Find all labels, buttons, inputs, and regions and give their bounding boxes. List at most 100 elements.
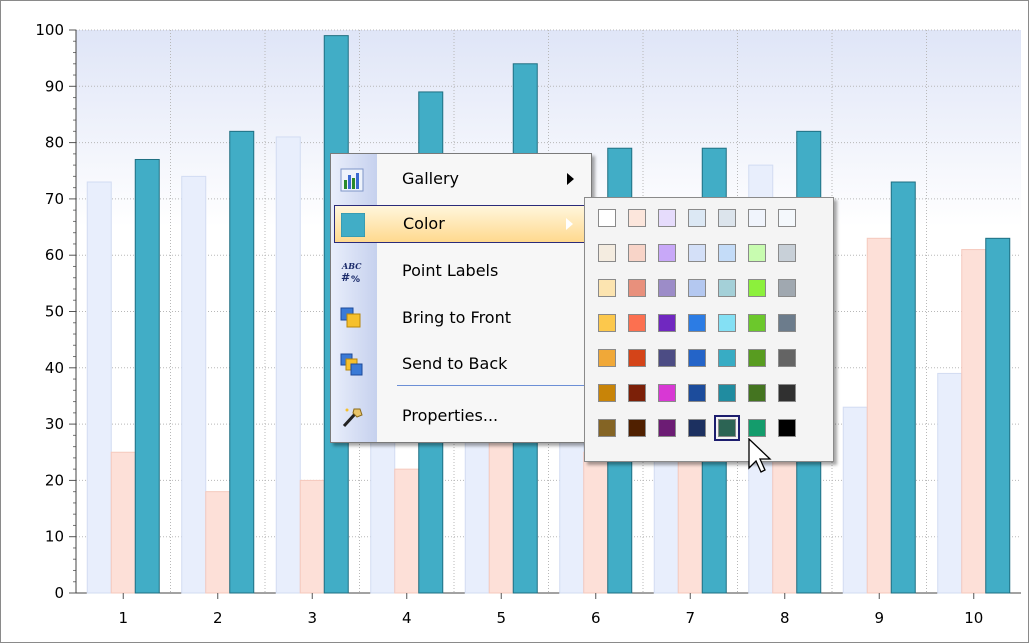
bar-series-1[interactable] [842, 406, 868, 594]
color-swatch[interactable] [658, 244, 676, 262]
color-swatch[interactable] [748, 209, 766, 227]
color-swatch[interactable] [748, 419, 766, 437]
color-swatch[interactable] [778, 384, 796, 402]
color-swatch[interactable] [598, 244, 616, 262]
bar-series-2[interactable] [394, 468, 420, 594]
bar-series-2[interactable] [299, 479, 325, 594]
x-tick-label: 1 [118, 609, 128, 627]
color-swatch[interactable] [778, 279, 796, 297]
bar-series-2[interactable] [205, 491, 231, 594]
menu-item-label: Point Labels [402, 261, 499, 280]
bar-series-2[interactable] [110, 451, 136, 594]
bar-series-2[interactable] [583, 451, 609, 594]
color-swatch[interactable] [628, 384, 646, 402]
x-tick-label: 5 [496, 609, 506, 627]
menu-item-properties[interactable]: Properties... [334, 398, 588, 436]
color-swatch[interactable] [718, 209, 736, 227]
color-swatch[interactable] [748, 349, 766, 367]
menu-item-label: Properties... [402, 406, 499, 425]
bar-series-3[interactable] [229, 130, 255, 594]
bar-series-3[interactable] [890, 181, 916, 594]
bar-series-1[interactable] [937, 372, 963, 594]
bar-series-2[interactable] [866, 237, 892, 594]
send-to-back-icon [340, 353, 363, 376]
menu-item-send-to-back[interactable]: Send to Back [334, 346, 588, 384]
bar-series-2[interactable] [677, 440, 703, 594]
menu-item-point-labels[interactable]: ABC # % Point Labels [334, 253, 588, 291]
color-swatch[interactable] [778, 209, 796, 227]
color-swatch[interactable] [688, 279, 706, 297]
color-swatch[interactable] [778, 349, 796, 367]
x-tick-label: 6 [591, 609, 601, 627]
bar-series-2[interactable] [488, 434, 514, 594]
color-swatch[interactable] [658, 279, 676, 297]
color-swatch[interactable] [778, 244, 796, 262]
color-swatch[interactable] [658, 349, 676, 367]
color-swatch[interactable] [778, 314, 796, 332]
x-tick-label: 2 [213, 609, 223, 627]
color-swatch[interactable] [598, 314, 616, 332]
color-swatch[interactable] [718, 384, 736, 402]
color-swatch[interactable] [628, 314, 646, 332]
y-tick-label: 30 [45, 415, 64, 433]
bar-series-3[interactable] [985, 237, 1011, 594]
svg-text:#: # [341, 271, 350, 284]
submenu-arrow-icon [567, 173, 574, 185]
color-swatch[interactable] [598, 209, 616, 227]
color-swatch[interactable] [688, 314, 706, 332]
color-swatch[interactable] [718, 349, 736, 367]
y-tick-label: 0 [54, 584, 64, 602]
color-icon [341, 213, 365, 237]
color-swatch[interactable] [628, 279, 646, 297]
y-tick-label: 100 [35, 21, 64, 39]
color-swatch[interactable] [628, 419, 646, 437]
menu-item-bring-to-front[interactable]: Bring to Front [334, 300, 588, 338]
color-swatch[interactable] [628, 349, 646, 367]
svg-text:ABC: ABC [341, 261, 362, 271]
color-swatch[interactable] [658, 209, 676, 227]
gallery-icon [340, 168, 364, 192]
menu-item-color[interactable]: Color [334, 205, 588, 243]
color-swatch[interactable] [748, 279, 766, 297]
y-tick-label: 90 [45, 77, 64, 95]
bar-series-1[interactable] [86, 181, 112, 594]
color-swatch[interactable] [598, 279, 616, 297]
color-swatch[interactable] [748, 244, 766, 262]
submenu-arrow-icon [566, 218, 573, 230]
color-swatch[interactable] [748, 384, 766, 402]
color-swatch[interactable] [658, 314, 676, 332]
y-tick-label: 10 [45, 528, 64, 546]
color-swatch[interactable] [628, 244, 646, 262]
color-swatch[interactable] [598, 419, 616, 437]
menu-separator [397, 385, 585, 386]
color-swatch[interactable] [658, 419, 676, 437]
color-swatch[interactable] [718, 314, 736, 332]
color-swatch[interactable] [598, 384, 616, 402]
color-swatch[interactable] [688, 244, 706, 262]
point-labels-icon: ABC # % [341, 261, 362, 284]
x-tick-label: 9 [874, 609, 884, 627]
y-tick-label: 20 [45, 471, 64, 489]
color-swatch[interactable] [714, 415, 740, 441]
y-tick-label: 60 [45, 246, 64, 264]
y-tick-label: 50 [45, 303, 64, 321]
x-tick-label: 7 [685, 609, 695, 627]
color-swatch[interactable] [688, 209, 706, 227]
color-swatch[interactable] [688, 419, 706, 437]
menu-item-gallery[interactable]: Gallery [334, 161, 588, 199]
bar-series-1[interactable] [275, 136, 301, 594]
menu-item-label: Send to Back [402, 354, 508, 373]
bar-series-1[interactable] [181, 175, 207, 594]
color-swatch[interactable] [718, 279, 736, 297]
color-swatch[interactable] [688, 384, 706, 402]
color-swatch[interactable] [658, 384, 676, 402]
bar-series-3[interactable] [134, 158, 160, 594]
color-swatch[interactable] [718, 244, 736, 262]
color-swatch[interactable] [778, 419, 796, 437]
color-swatch[interactable] [748, 314, 766, 332]
color-swatch[interactable] [598, 349, 616, 367]
color-swatch[interactable] [628, 209, 646, 227]
color-swatch[interactable] [688, 349, 706, 367]
x-tick-label: 3 [307, 609, 317, 627]
bar-series-2[interactable] [961, 249, 987, 594]
